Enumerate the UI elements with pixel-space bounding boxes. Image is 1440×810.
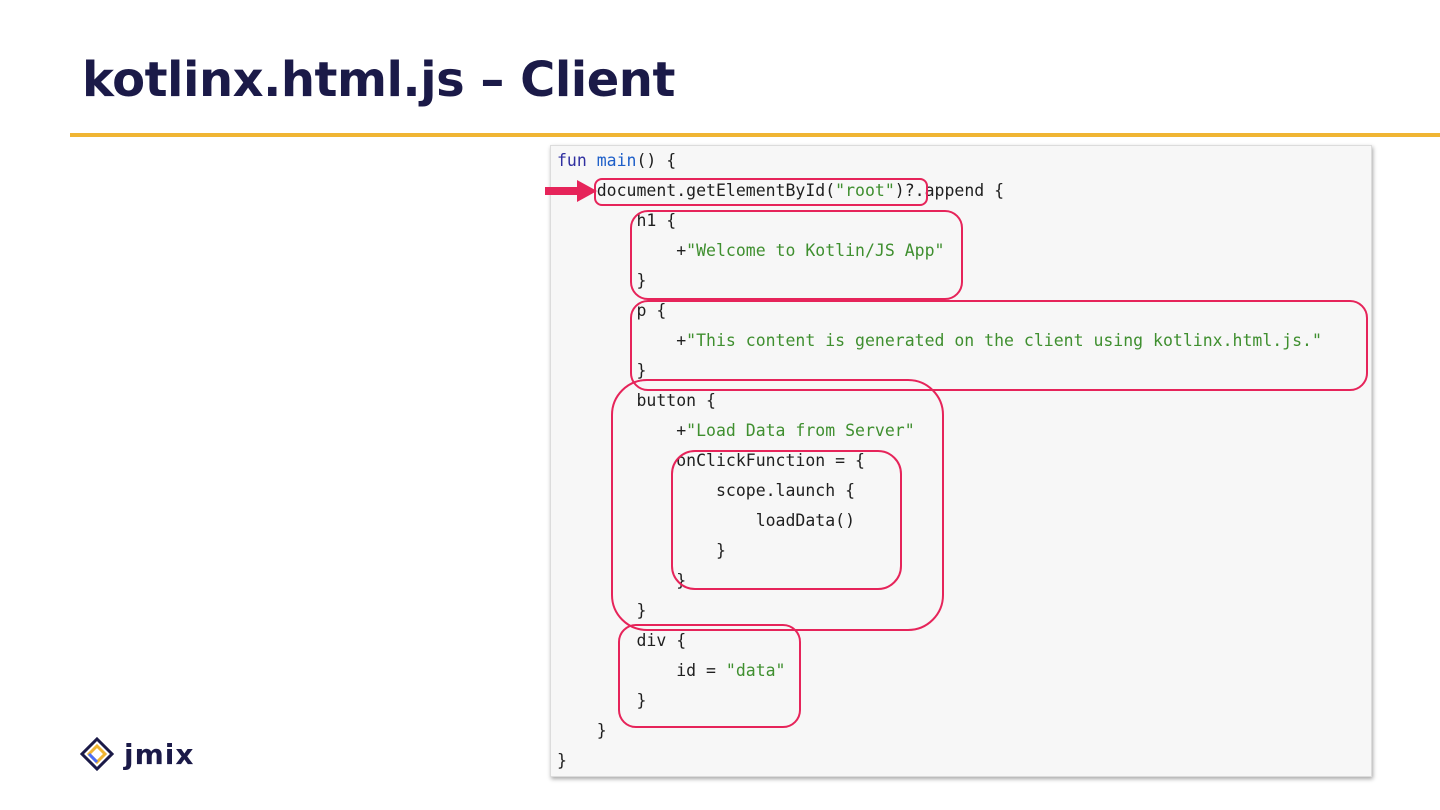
code-line-4: +"Welcome to Kotlin/JS App" bbox=[676, 241, 945, 260]
code-line-15: } bbox=[676, 571, 687, 590]
logo-text: jmix bbox=[124, 737, 195, 771]
code-line-16: } bbox=[636, 601, 647, 620]
title-divider bbox=[70, 133, 1440, 137]
code-line-17: div { bbox=[636, 631, 687, 650]
code-line-14: } bbox=[715, 541, 726, 560]
jmix-logo-icon bbox=[80, 737, 114, 771]
code-line-21: } bbox=[557, 751, 567, 770]
code-line-5: } bbox=[636, 271, 647, 290]
code-line-2: document.getElementById("root")?.append … bbox=[596, 181, 1005, 200]
code-line-11: onClickFunction = { bbox=[676, 451, 865, 470]
slide-title: kotlinx.html.js – Client bbox=[82, 52, 675, 108]
code-line-1: fun main() { bbox=[557, 151, 677, 170]
code-line-18: id = "data" bbox=[676, 661, 786, 680]
jmix-logo: jmix bbox=[80, 736, 194, 772]
code-line-6: p { bbox=[636, 301, 667, 320]
code-line-10: +"Load Data from Server" bbox=[676, 421, 915, 440]
code-line-13: loadData() bbox=[755, 511, 856, 530]
code-panel: fun main() { document.getElementById("ro… bbox=[550, 145, 1372, 777]
code-line-19: } bbox=[636, 691, 647, 710]
code-line-12: scope.launch { bbox=[715, 481, 856, 500]
pointer-arrow-icon bbox=[545, 180, 597, 202]
code-line-7: +"This content is generated on the clien… bbox=[676, 331, 1322, 350]
code-line-8: } bbox=[636, 361, 647, 380]
code-line-9: button { bbox=[636, 391, 716, 410]
code-line-3: h1 { bbox=[636, 211, 677, 230]
code-line-20: } bbox=[596, 721, 607, 740]
